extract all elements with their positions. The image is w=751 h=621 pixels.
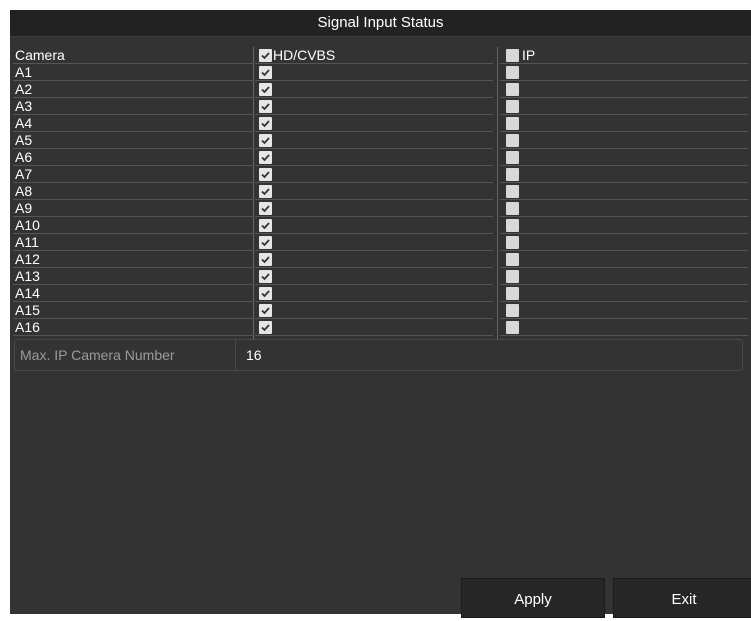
table-row: A13 xyxy=(13,268,748,285)
camera-name: A1 xyxy=(13,64,254,81)
ip-checkbox[interactable] xyxy=(506,202,519,215)
camera-name: A8 xyxy=(13,183,254,200)
hd-cvbs-checkbox[interactable] xyxy=(259,185,272,198)
dialog-title: Signal Input Status xyxy=(10,10,751,37)
table-row: A6 xyxy=(13,149,748,166)
hd-cvbs-checkbox[interactable] xyxy=(259,168,272,181)
signal-input-table: Camera HD/CVBS IP A1 A2 A3 A4 A5 A6 A7 A8 A9 A10 A… xyxy=(13,47,748,346)
ip-checkbox[interactable] xyxy=(506,304,519,317)
table-row: A12 xyxy=(13,251,748,268)
column-header-camera: Camera xyxy=(13,47,254,64)
ip-checkbox[interactable] xyxy=(506,66,519,79)
table-row: A2 xyxy=(13,81,748,98)
exit-button[interactable]: Exit xyxy=(613,578,751,618)
table-row: A3 xyxy=(13,98,748,115)
hd-cvbs-checkbox[interactable] xyxy=(259,287,272,300)
hd-cvbs-checkbox[interactable] xyxy=(259,66,272,79)
table-row: A16 xyxy=(13,319,748,336)
hd-cvbs-checkbox[interactable] xyxy=(259,236,272,249)
ip-select-all-checkbox[interactable] xyxy=(506,49,519,62)
signal-input-dialog: Signal Input Status Camera HD/CVBS IP A1… xyxy=(10,10,751,618)
hd-cvbs-checkbox[interactable] xyxy=(259,304,272,317)
hd-cvbs-checkbox[interactable] xyxy=(259,83,272,96)
camera-name: A13 xyxy=(13,268,254,285)
hd-cvbs-checkbox[interactable] xyxy=(259,321,272,334)
table-row: A5 xyxy=(13,132,748,149)
table-row: A1 xyxy=(13,64,748,81)
ip-checkbox[interactable] xyxy=(506,185,519,198)
ip-checkbox[interactable] xyxy=(506,236,519,249)
hd-cvbs-checkbox[interactable] xyxy=(259,253,272,266)
ip-checkbox[interactable] xyxy=(506,270,519,283)
camera-name: A2 xyxy=(13,81,254,98)
max-ip-camera-value[interactable]: 16 xyxy=(246,340,262,370)
camera-name: A16 xyxy=(13,319,254,336)
camera-name: A14 xyxy=(13,285,254,302)
camera-name: A7 xyxy=(13,166,254,183)
table-row: A11 xyxy=(13,234,748,251)
ip-checkbox[interactable] xyxy=(506,253,519,266)
camera-name: A11 xyxy=(13,234,254,251)
ip-checkbox[interactable] xyxy=(506,134,519,147)
camera-name: A9 xyxy=(13,200,254,217)
hd-cvbs-select-all-checkbox[interactable] xyxy=(259,49,272,62)
camera-name: A6 xyxy=(13,149,254,166)
max-ip-camera-label: Max. IP Camera Number xyxy=(20,347,175,363)
ip-checkbox[interactable] xyxy=(506,100,519,113)
table-row: A10 xyxy=(13,217,748,234)
table-row: A4 xyxy=(13,115,748,132)
column-header-ip: IP xyxy=(522,47,536,63)
camera-name: A4 xyxy=(13,115,254,132)
table-row: A14 xyxy=(13,285,748,302)
hd-cvbs-checkbox[interactable] xyxy=(259,270,272,283)
hd-cvbs-checkbox[interactable] xyxy=(259,151,272,164)
table-row: A9 xyxy=(13,200,748,217)
ip-checkbox[interactable] xyxy=(506,287,519,300)
hd-cvbs-checkbox[interactable] xyxy=(259,202,272,215)
camera-name: A15 xyxy=(13,302,254,319)
max-ip-camera-field: Max. IP Camera Number 16 xyxy=(14,339,743,371)
hd-cvbs-checkbox[interactable] xyxy=(259,134,272,147)
hd-cvbs-checkbox[interactable] xyxy=(259,219,272,232)
camera-name: A3 xyxy=(13,98,254,115)
table-row: A7 xyxy=(13,166,748,183)
ip-checkbox[interactable] xyxy=(506,83,519,96)
camera-name: A10 xyxy=(13,217,254,234)
ip-checkbox[interactable] xyxy=(506,168,519,181)
camera-name: A12 xyxy=(13,251,254,268)
table-row: A8 xyxy=(13,183,748,200)
ip-checkbox[interactable] xyxy=(506,151,519,164)
ip-checkbox[interactable] xyxy=(506,117,519,130)
table-header-row: Camera HD/CVBS IP xyxy=(13,47,748,64)
hd-cvbs-checkbox[interactable] xyxy=(259,117,272,130)
ip-checkbox[interactable] xyxy=(506,219,519,232)
column-header-hd-cvbs: HD/CVBS xyxy=(273,47,336,63)
hd-cvbs-checkbox[interactable] xyxy=(259,100,272,113)
table-row: A15 xyxy=(13,302,748,319)
camera-name: A5 xyxy=(13,132,254,149)
ip-checkbox[interactable] xyxy=(506,321,519,334)
apply-button[interactable]: Apply xyxy=(461,578,605,618)
